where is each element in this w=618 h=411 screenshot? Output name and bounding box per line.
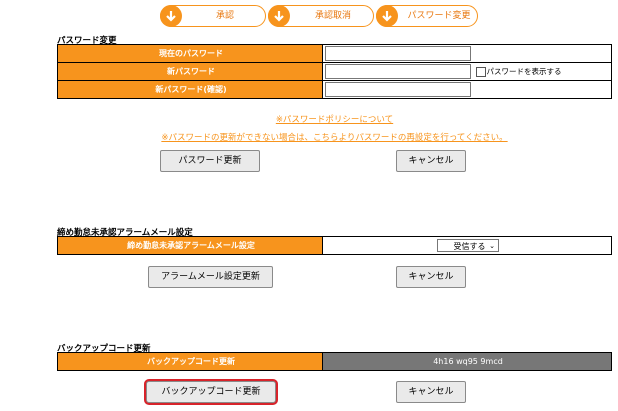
confirm-password-input[interactable] bbox=[325, 82, 471, 97]
tab-approve-cancel[interactable]: 承認取消 bbox=[268, 5, 374, 27]
alarm-mail-select[interactable]: 受信する ⌄ bbox=[437, 239, 499, 252]
tab-label: パスワード変更 bbox=[407, 11, 471, 21]
tab-approve[interactable]: 承認 bbox=[160, 5, 266, 27]
chevron-down-icon: ⌄ bbox=[489, 242, 495, 250]
password-reset-link[interactable]: ※パスワードの更新ができない場合は、こちらよりパスワードの再設定を行ってください… bbox=[57, 131, 612, 143]
show-password-checkbox[interactable]: パスワードを表示する bbox=[475, 66, 562, 77]
alarm-mail-select-value: 受信する bbox=[453, 242, 486, 251]
current-password-input[interactable] bbox=[325, 46, 471, 61]
confirm-password-label: 新パスワード(確認) bbox=[57, 80, 323, 99]
current-password-label: 現在のパスワード bbox=[57, 44, 323, 63]
password-cancel-button[interactable]: キャンセル bbox=[396, 150, 466, 172]
step-tabs: 承認 承認取消 パスワード変更 bbox=[160, 5, 480, 27]
arrow-down-circle-icon bbox=[376, 5, 398, 27]
backup-code-value: 4h16 wq95 9mcd bbox=[322, 352, 612, 371]
new-password-cell: パスワードを表示する bbox=[322, 62, 612, 81]
backup-code-label: バックアップコード更新 bbox=[57, 352, 323, 371]
arrow-down-circle-icon bbox=[160, 5, 182, 27]
backup-update-button[interactable]: バックアップコード更新 bbox=[146, 381, 276, 403]
new-password-label: 新パスワード bbox=[57, 62, 323, 81]
table-row: バックアップコード更新 4h16 wq95 9mcd bbox=[57, 352, 612, 371]
tab-label: 承認 bbox=[215, 11, 234, 21]
confirm-password-cell bbox=[322, 80, 612, 99]
table-row: 新パスワード パスワードを表示する bbox=[57, 62, 612, 81]
backup-form: バックアップコード更新 4h16 wq95 9mcd bbox=[57, 352, 612, 371]
table-row: 新パスワード(確認) bbox=[57, 80, 612, 99]
table-row: 締め勤怠未承認アラームメール設定 受信する ⌄ bbox=[57, 236, 612, 255]
checkbox-icon[interactable] bbox=[475, 67, 486, 77]
new-password-input[interactable] bbox=[325, 64, 471, 79]
tab-label: 承認取消 bbox=[314, 11, 351, 21]
arrow-down-circle-icon bbox=[268, 5, 290, 27]
show-password-label: パスワードを表示する bbox=[486, 67, 562, 76]
alarm-cancel-button[interactable]: キャンセル bbox=[396, 266, 466, 288]
alarm-update-button[interactable]: アラームメール設定更新 bbox=[148, 266, 273, 288]
alarm-mail-cell: 受信する ⌄ bbox=[322, 236, 612, 255]
alarm-mail-label: 締め勤怠未承認アラームメール設定 bbox=[57, 236, 323, 255]
password-update-button[interactable]: パスワード更新 bbox=[160, 150, 260, 172]
current-password-cell bbox=[322, 44, 612, 63]
password-policy-link[interactable]: ※パスワードポリシーについて bbox=[57, 113, 612, 125]
password-form: 現在のパスワード 新パスワード パスワードを表示する 新パスワード(確認) bbox=[57, 44, 612, 99]
alarm-form: 締め勤怠未承認アラームメール設定 受信する ⌄ bbox=[57, 236, 612, 255]
backup-cancel-button[interactable]: キャンセル bbox=[396, 381, 466, 403]
tab-password-change[interactable]: パスワード変更 bbox=[376, 5, 478, 27]
table-row: 現在のパスワード bbox=[57, 44, 612, 63]
